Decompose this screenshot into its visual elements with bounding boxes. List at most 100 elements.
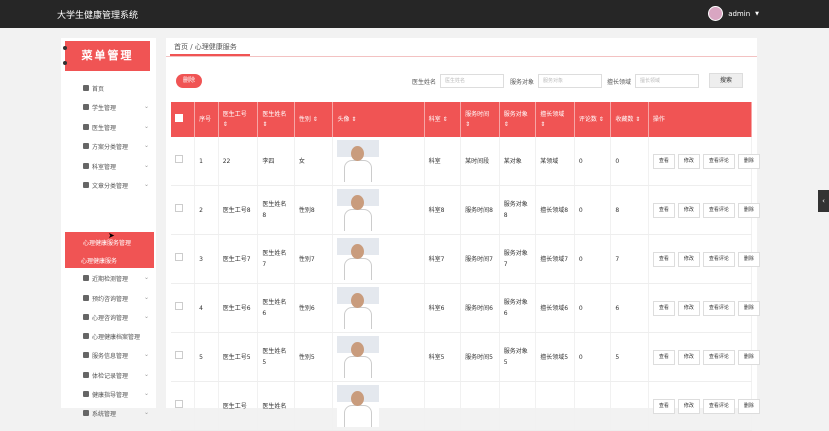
- home-icon: [83, 85, 89, 91]
- sidebar-item[interactable]: 系统管理 ⌄: [83, 406, 149, 420]
- chevron-down-icon: ⌄: [143, 274, 149, 281]
- table-cell: 服务时间5: [460, 332, 500, 382]
- chevron-down-icon[interactable]: ▼: [755, 11, 759, 17]
- column-header[interactable]: 擅长领域 ⇕: [535, 102, 575, 137]
- actions-cell: 查看 修改 查看评论 删除: [648, 137, 760, 186]
- edit-button[interactable]: 修改: [677, 153, 700, 169]
- delete-row-button[interactable]: 删除: [737, 153, 760, 169]
- edit-button[interactable]: 修改: [677, 300, 700, 316]
- chevron-down-icon: ⌄: [143, 313, 149, 320]
- sidebar-item[interactable]: 心理健康档案管理: [83, 329, 143, 343]
- delete-row-button[interactable]: 删除: [737, 398, 760, 414]
- column-header[interactable]: 服务时间 ⇕: [460, 102, 500, 137]
- column-header[interactable]: 头像 ⇕: [332, 102, 425, 137]
- sidebar-item[interactable]: 近期检测管理 ⌄: [83, 271, 149, 285]
- chevron-down-icon: ⌄: [143, 142, 149, 149]
- table-cell: 0: [574, 234, 612, 284]
- row-checkbox[interactable]: [171, 381, 196, 431]
- table-cell: [424, 381, 462, 431]
- sidebar-item[interactable]: 健康指导管理 ⌄: [83, 387, 149, 401]
- sidebar-item[interactable]: 方案分类管理 ⌄: [83, 139, 149, 153]
- edit-button[interactable]: 修改: [677, 398, 700, 414]
- actions-cell: 查看 修改 查看评论 删除: [648, 381, 760, 431]
- grid-icon: [83, 352, 89, 358]
- row-checkbox[interactable]: [171, 283, 196, 333]
- row-checkbox[interactable]: [171, 332, 196, 382]
- sidebar-item[interactable]: 学生管理 ⌄: [83, 100, 149, 114]
- grid-icon: [83, 333, 89, 339]
- data-table: 序号 医生工号 ⇕ 医生姓名 ⇕ 性别 ⇕ 头像 ⇕ 科室 ⇕ 服务时间 ⇕ 服…: [171, 102, 760, 431]
- view-comments-button[interactable]: 查看评论: [702, 251, 735, 267]
- sidebar-item[interactable]: 医生管理 ⌄: [83, 120, 149, 134]
- column-header[interactable]: 性别 ⇕: [294, 102, 334, 137]
- sidebar-item[interactable]: 首页: [83, 81, 143, 95]
- edit-button[interactable]: 修改: [677, 349, 700, 365]
- table-cell: 医生工号: [218, 381, 259, 431]
- view-button[interactable]: 查看: [652, 251, 675, 267]
- doctor-name-input[interactable]: 医生姓名: [440, 74, 504, 88]
- username[interactable]: admin: [728, 10, 750, 18]
- view-comments-button[interactable]: 查看评论: [702, 202, 735, 218]
- table-cell: 22: [218, 137, 259, 186]
- sidebar-item[interactable]: 服务信息管理 ⌄: [83, 348, 149, 362]
- column-header[interactable]: 服务对象 ⇕: [499, 102, 537, 137]
- avatar-cell: [332, 332, 425, 382]
- grid-icon: [83, 391, 89, 397]
- sidebar-item[interactable]: 预约咨询管理 ⌄: [83, 291, 149, 305]
- view-comments-button[interactable]: 查看评论: [702, 300, 735, 316]
- doctor-photo: [337, 385, 380, 427]
- specialty-input[interactable]: 擅长领域: [635, 74, 699, 88]
- delete-row-button[interactable]: 删除: [737, 349, 760, 365]
- chevron-down-icon: ⌄: [143, 294, 149, 301]
- delete-button[interactable]: 删除: [176, 74, 202, 88]
- chevron-down-icon: ⌄: [143, 123, 149, 130]
- chevron-down-icon: ⌄: [143, 390, 149, 397]
- delete-row-button[interactable]: 删除: [737, 202, 760, 218]
- avatar-cell: [332, 381, 425, 431]
- doctor-photo: [337, 287, 380, 329]
- column-header[interactable]: 医生姓名 ⇕: [257, 102, 295, 137]
- sidebar-item[interactable]: 体检记录管理 ⌄: [83, 368, 149, 382]
- search-button[interactable]: 搜索: [709, 73, 743, 88]
- column-header[interactable]: 科室 ⇕: [424, 102, 462, 137]
- table-cell: 0: [610, 137, 649, 186]
- table-cell: 医生工号6: [218, 283, 259, 333]
- view-button[interactable]: 查看: [652, 398, 675, 414]
- view-comments-button[interactable]: 查看评论: [702, 153, 735, 169]
- sidebar-item-label: 科室管理: [92, 163, 117, 171]
- column-header[interactable]: 评论数 ⇕: [574, 102, 612, 137]
- table-cell: 0: [574, 283, 612, 333]
- sidebar-item-label: 体检记录管理: [92, 372, 129, 380]
- user-menu[interactable]: admin ▼: [708, 6, 759, 21]
- delete-row-button[interactable]: 删除: [737, 251, 760, 267]
- column-header[interactable]: 医生工号 ⇕: [218, 102, 259, 137]
- row-checkbox[interactable]: [171, 234, 196, 284]
- edit-button[interactable]: 修改: [677, 251, 700, 267]
- sidebar-item[interactable]: 文章分类管理 ⌄: [83, 178, 149, 192]
- view-button[interactable]: 查看: [652, 202, 675, 218]
- view-comments-button[interactable]: 查看评论: [702, 349, 735, 365]
- sidebar: 菜单管理 首页 学生管理 ⌄ 医生管理 ⌄ 方案分类管理 ⌄ 科室管理 ⌄ 文章分类管理 ⌄ 近期检测…: [61, 38, 156, 418]
- row-checkbox[interactable]: [171, 137, 196, 186]
- view-button[interactable]: 查看: [652, 300, 675, 316]
- delete-row-button[interactable]: 删除: [737, 300, 760, 316]
- view-comments-button[interactable]: 查看评论: [702, 398, 735, 414]
- sidebar-item-label: 服务信息管理: [92, 352, 129, 360]
- service-target-input[interactable]: 服务对象: [538, 74, 602, 88]
- collapse-panel-icon[interactable]: ‹: [818, 190, 829, 212]
- sidebar-item[interactable]: 心理咨询管理 ⌄: [83, 310, 149, 324]
- sidebar-item-psych-service[interactable]: 心理健康服务: [81, 256, 117, 265]
- row-checkbox[interactable]: [171, 185, 196, 235]
- column-header[interactable]: 收藏数 ⇕: [610, 102, 649, 137]
- avatar[interactable]: [708, 6, 724, 21]
- table-cell: 性别6: [294, 283, 334, 333]
- actions-cell: 查看 修改 查看评论 删除: [648, 332, 760, 382]
- select-all-checkbox[interactable]: [171, 102, 196, 137]
- view-button[interactable]: 查看: [652, 153, 675, 169]
- grid-icon: [83, 314, 89, 320]
- sidebar-item-psych-service-group[interactable]: 心理健康服务管理: [83, 238, 131, 247]
- main-content: 首页 / 心理健康服务 删除 医生姓名 医生姓名 服务对象 服务对象 擅长领域 …: [166, 38, 760, 431]
- view-button[interactable]: 查看: [652, 349, 675, 365]
- edit-button[interactable]: 修改: [677, 202, 700, 218]
- sidebar-item[interactable]: 科室管理 ⌄: [83, 159, 149, 173]
